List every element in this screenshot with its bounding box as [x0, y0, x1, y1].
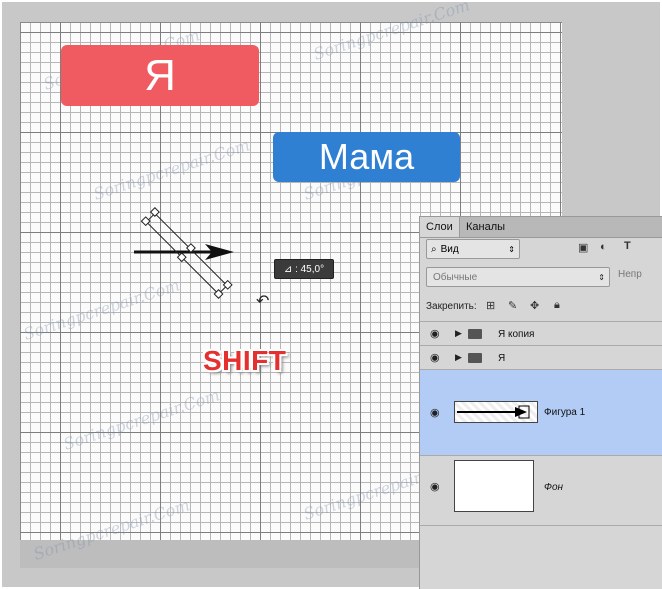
expand-triangle-icon[interactable]: ▶ [455, 328, 462, 339]
blend-mode-value: Обычные [433, 271, 478, 283]
lock-transparency-icon[interactable]: ⊞ [486, 299, 495, 312]
layer-thumbnail [454, 460, 534, 512]
layer-row-figura-1[interactable]: ◉ Фигура 1 [420, 369, 662, 456]
adjustment-filter-icon[interactable]: ◐ [600, 241, 607, 253]
eye-icon[interactable]: ◉ [430, 327, 440, 340]
stepper-icon: ⇕ [508, 244, 515, 254]
image-filter-icon[interactable]: ▣ [578, 241, 588, 254]
eye-icon[interactable]: ◉ [430, 351, 440, 364]
arrow-thumbnail-icon [457, 405, 530, 419]
blend-mode-select[interactable]: Обычные ⇕ [426, 267, 610, 287]
opacity-label: Непр [618, 269, 642, 280]
lock-all-icon[interactable]: 🔒︎ [554, 299, 560, 312]
layers-empty-area [420, 525, 662, 589]
layer-name: Фигура 1 [544, 407, 586, 418]
folder-icon [468, 329, 482, 339]
layer-name: Я копия [498, 329, 535, 340]
angle-readout: ⊿ : 45,0° [283, 263, 325, 275]
lock-position-icon[interactable]: ✥ [530, 299, 539, 312]
layer-name: Я [498, 353, 506, 364]
filter-label: Вид [440, 243, 459, 255]
rotation-angle-tooltip: ⊿ : 45,0° [274, 259, 334, 279]
lock-brush-icon[interactable]: ✎ [508, 299, 517, 312]
layer-row-ya-kopiya[interactable]: ◉ ▶ Я копия [420, 321, 662, 346]
lock-label: Закрепить: [426, 301, 477, 312]
layer-filter-select[interactable]: ⌕ Вид ⇕ [426, 239, 520, 259]
expand-triangle-icon[interactable]: ▶ [455, 352, 462, 363]
stepper-icon: ⇕ [598, 272, 605, 282]
layer-row-fon[interactable]: ◉ Фон [420, 455, 662, 526]
panel-tabs: Слои Каналы [420, 217, 662, 238]
eye-icon[interactable]: ◉ [430, 406, 440, 419]
type-filter-icon[interactable]: T [624, 240, 631, 252]
layer-name: Фон [544, 482, 564, 493]
layer-row-ya[interactable]: ◉ ▶ Я [420, 345, 662, 370]
layer-thumbnail [454, 401, 538, 423]
folder-icon [468, 353, 482, 363]
shift-key-label: SHIFT [203, 345, 287, 376]
layers-panel: Слои Каналы ⌕ Вид ⇕ ▣ ◐ T Обычные ⇕ Непр… [419, 216, 662, 589]
eye-icon[interactable]: ◉ [430, 480, 440, 493]
tab-channels[interactable]: Каналы [460, 217, 511, 237]
tab-layers[interactable]: Слои [420, 217, 460, 237]
search-icon: ⌕ [431, 243, 437, 255]
rotate-cursor-icon: ↶ [256, 293, 270, 310]
